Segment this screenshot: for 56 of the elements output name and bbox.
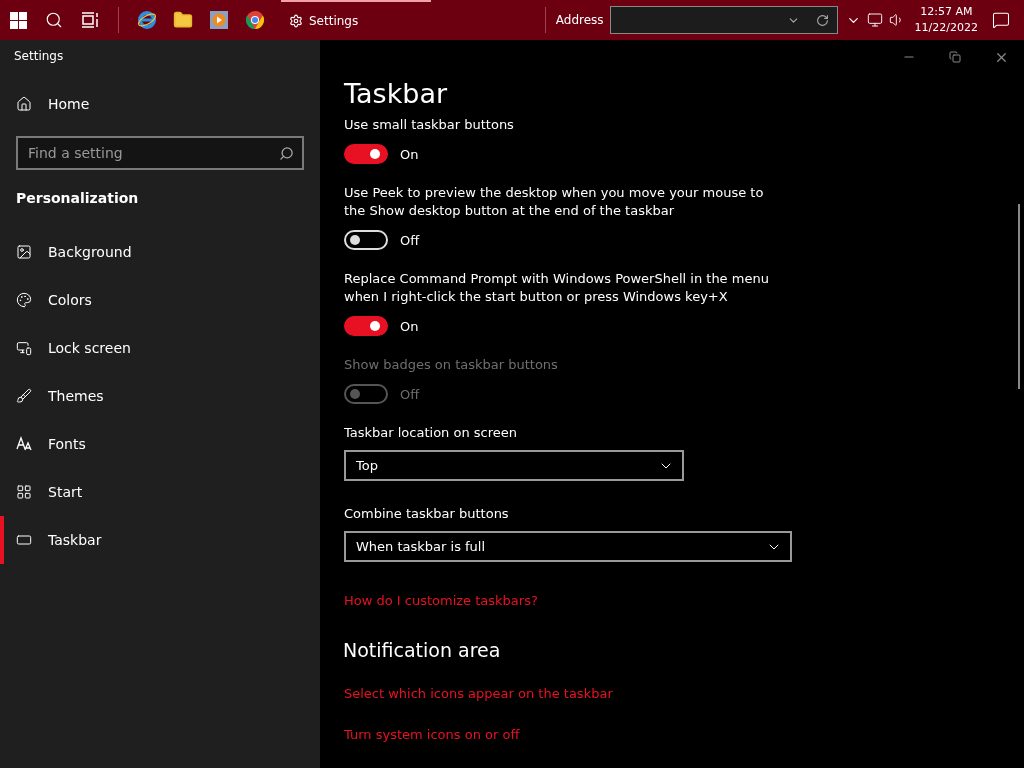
task-view-icon[interactable] [81, 12, 99, 28]
taskbar-icon [16, 532, 32, 548]
toggle-switch[interactable] [344, 316, 388, 336]
search-icon[interactable] [45, 11, 63, 29]
toggle-state: Off [400, 232, 420, 248]
setting-label: Show badges on taskbar buttons [344, 356, 559, 374]
scrollbar[interactable] [1018, 204, 1020, 389]
refresh-icon[interactable] [815, 13, 829, 27]
setting-label: Use small taskbar buttons [344, 116, 515, 134]
toggle-state: On [400, 318, 419, 334]
toggle-switch[interactable] [344, 144, 388, 164]
picture-icon [16, 244, 32, 260]
home-icon [16, 96, 32, 112]
toggle-state: On [400, 146, 419, 162]
gear-icon [289, 14, 303, 28]
search-field[interactable]: Find a setting [16, 136, 304, 170]
browser-icon[interactable] [137, 10, 157, 30]
restore-icon[interactable] [949, 51, 961, 63]
section-heading: Notification area [344, 639, 502, 661]
setting-label: Taskbar location on screen [344, 424, 518, 442]
nav-item[interactable]: Fonts [0, 420, 320, 468]
grid-icon [16, 484, 32, 500]
page-title: Taskbar [344, 77, 449, 111]
section-title: Personalization [15, 189, 140, 208]
dropdown[interactable]: Top [344, 450, 684, 481]
address-label: Address [555, 13, 604, 27]
clock[interactable]: 12:57 AM 11/22/2022 [914, 4, 978, 36]
browser-icon[interactable] [245, 10, 265, 30]
screen-icon [16, 340, 32, 356]
home-item[interactable]: Home [0, 80, 320, 128]
nav-item[interactable]: Themes [0, 372, 320, 420]
nav-item[interactable]: Background [0, 228, 320, 276]
link[interactable]: Turn system icons on or off [344, 727, 520, 742]
dropdown[interactable]: When taskbar is full [344, 531, 792, 562]
play-icon[interactable] [209, 10, 229, 30]
nav-item[interactable]: Start [0, 468, 320, 516]
search-icon [279, 145, 294, 161]
window-title: Settings [13, 48, 65, 65]
app-label: Settings [309, 14, 359, 28]
link[interactable]: Select which icons appear on the taskbar [344, 686, 613, 701]
palette-icon [16, 292, 32, 308]
fonts-icon [16, 436, 32, 452]
folder-icon[interactable] [173, 10, 193, 30]
brush-icon [16, 388, 32, 404]
setting-label: Replace Command Prompt with Windows PowerShell in the menu when I right-click the start button or press Windows key+X [344, 270, 770, 306]
network-icon[interactable] [866, 12, 883, 28]
toggle-state: Off [400, 386, 420, 402]
windows-logo-icon[interactable] [9, 11, 27, 29]
nav-item[interactable]: Lock screen [0, 324, 320, 372]
nav-item[interactable]: Colors [0, 276, 320, 324]
nav-item[interactable]: Taskbar [0, 516, 320, 564]
notification-icon[interactable] [992, 11, 1010, 29]
setting-label: Combine taskbar buttons [344, 505, 510, 523]
link[interactable]: How do I customize taskbars? [344, 593, 538, 608]
setting-label: Use Peek to preview the desktop when you move your mouse to the Show desktop button at the end of the taskbar [344, 184, 765, 220]
address-field[interactable] [609, 6, 838, 34]
